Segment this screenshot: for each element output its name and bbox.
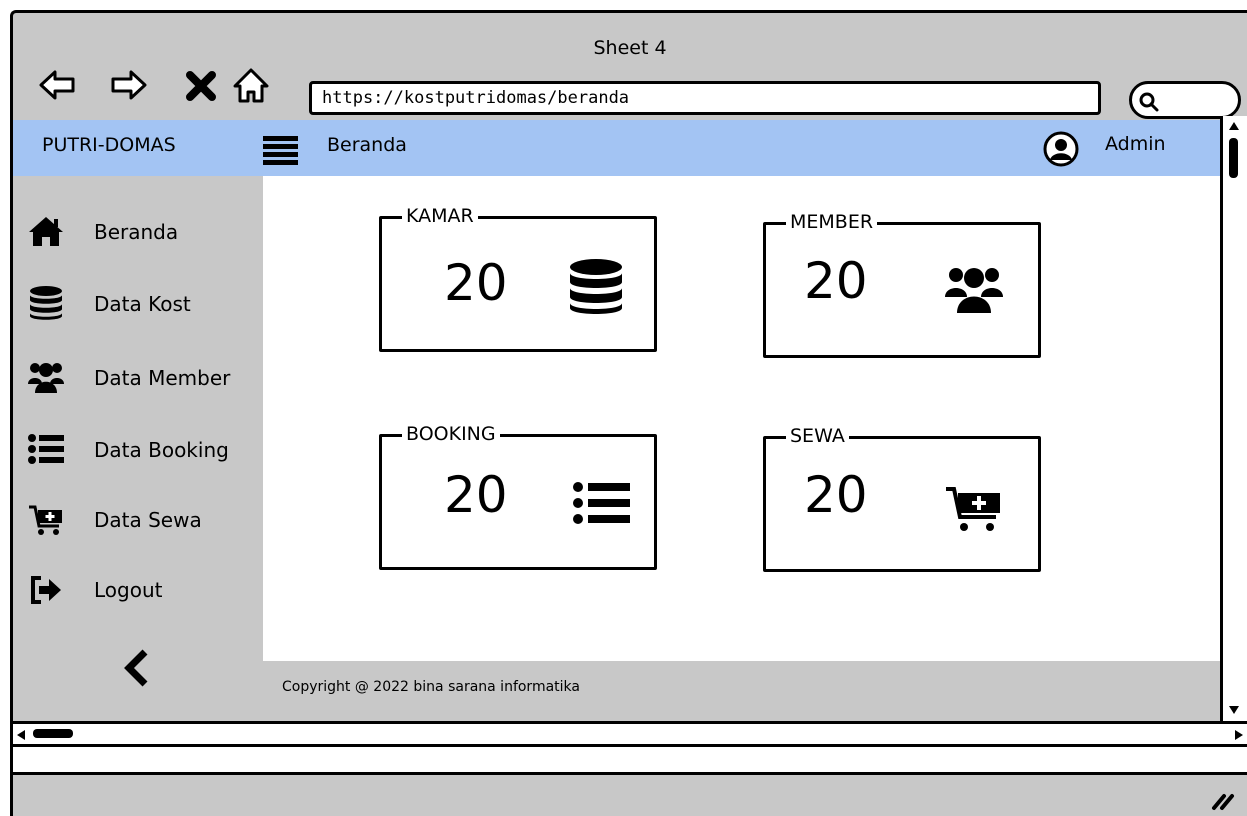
sidebar-item-label: Beranda xyxy=(94,220,179,244)
browser-search-field[interactable] xyxy=(1129,81,1241,119)
sidebar-item-data-member[interactable]: Data Member xyxy=(13,352,263,402)
footer: Copyright @ 2022 bina sarana informatika xyxy=(263,661,1220,721)
close-icon[interactable] xyxy=(181,65,221,105)
home-icon xyxy=(29,217,63,246)
sign-out-icon xyxy=(31,576,61,604)
card-value: 20 xyxy=(804,252,868,310)
sidebar-item-label: Logout xyxy=(94,578,163,602)
database-icon xyxy=(30,286,62,320)
users-icon xyxy=(28,363,64,393)
search-icon xyxy=(1139,92,1159,112)
card-sewa[interactable]: SEWA 20 xyxy=(763,425,1041,572)
chevron-left-icon[interactable] xyxy=(121,648,151,688)
home-icon[interactable] xyxy=(231,65,271,105)
sidebar-item-data-booking[interactable]: Data Booking xyxy=(13,424,263,474)
status-bar xyxy=(13,747,1247,775)
card-booking[interactable]: BOOKING 20 xyxy=(379,423,657,570)
cart-plus-icon xyxy=(29,505,62,535)
sidebar-item-label: Data Sewa xyxy=(94,508,202,532)
sidebar-item-label: Data Member xyxy=(94,366,231,390)
card-kamar[interactable]: KAMAR 20 xyxy=(379,205,657,352)
card-value: 20 xyxy=(444,466,508,524)
vertical-scroll-thumb[interactable] xyxy=(1229,138,1238,178)
sidebar-item-logout[interactable]: Logout xyxy=(13,564,263,614)
card-value: 20 xyxy=(804,466,868,524)
database-icon xyxy=(570,259,622,314)
dashboard-content: KAMAR 20 MEMBER 20 BOOKING 20 SEWA 20 xyxy=(263,176,1220,661)
hamburger-menu-icon[interactable] xyxy=(263,135,298,166)
card-member[interactable]: MEMBER 20 xyxy=(763,211,1041,358)
card-title: BOOKING xyxy=(402,423,500,445)
card-title: KAMAR xyxy=(402,205,478,227)
card-value: 20 xyxy=(444,254,508,312)
horizontal-scrollbar[interactable] xyxy=(13,721,1247,747)
users-icon xyxy=(945,268,1003,313)
sidebar-item-label: Data Kost xyxy=(94,292,191,316)
scroll-right-icon[interactable] xyxy=(1233,728,1245,742)
cart-plus-icon xyxy=(946,487,1000,531)
user-menu[interactable]: Admin xyxy=(1105,133,1166,155)
app-header: PUTRI-DOMAS Beranda Admin xyxy=(13,120,1220,176)
scroll-down-icon[interactable] xyxy=(1227,704,1241,716)
list-icon xyxy=(573,482,630,524)
card-title: MEMBER xyxy=(786,211,878,233)
scroll-up-icon[interactable] xyxy=(1227,120,1241,132)
address-bar[interactable]: https://kostputridomas/beranda xyxy=(309,81,1101,115)
copyright-text: Copyright @ 2022 bina sarana informatika xyxy=(282,679,580,695)
forward-arrow-icon[interactable] xyxy=(109,65,149,105)
sidebar: Beranda Data Kost Data Member Data Booki… xyxy=(13,176,263,721)
sidebar-item-data-kost[interactable]: Data Kost xyxy=(13,278,263,328)
user-avatar-icon[interactable] xyxy=(1043,131,1079,167)
resize-grip-icon[interactable] xyxy=(1208,786,1238,812)
vertical-scrollbar[interactable] xyxy=(1220,116,1247,721)
sidebar-item-label: Data Booking xyxy=(94,438,229,462)
horizontal-scroll-thumb[interactable] xyxy=(33,729,73,738)
back-arrow-icon[interactable] xyxy=(37,65,77,105)
sidebar-item-data-sewa[interactable]: Data Sewa xyxy=(13,494,263,544)
scroll-left-icon[interactable] xyxy=(15,728,27,742)
card-title: SEWA xyxy=(786,425,849,447)
window-title: Sheet 4 xyxy=(593,37,667,59)
list-icon xyxy=(28,434,64,464)
brand-name: PUTRI-DOMAS xyxy=(42,134,176,156)
page-title: Beranda xyxy=(327,134,407,156)
sidebar-item-beranda[interactable]: Beranda xyxy=(13,206,263,256)
